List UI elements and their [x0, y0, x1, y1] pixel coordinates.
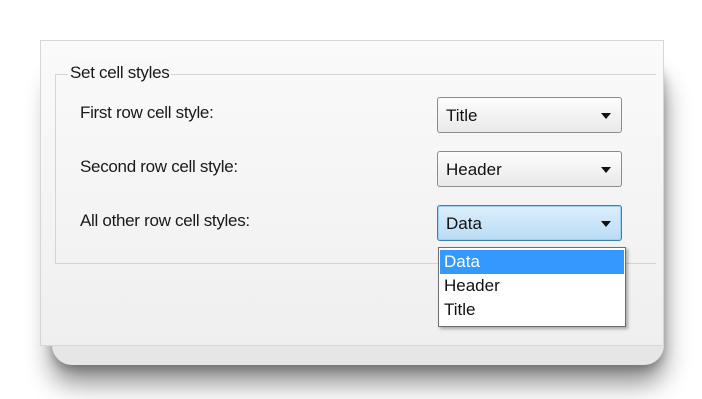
second-row-style-value: Header: [446, 160, 502, 179]
dropdown-option-header[interactable]: Header: [440, 274, 624, 298]
second-row-style-label: Second row cell style:: [80, 157, 238, 176]
first-row-style-select[interactable]: Title: [437, 97, 622, 133]
chevron-down-icon: [601, 221, 611, 227]
other-rows-style-label: All other row cell styles:: [80, 211, 250, 230]
first-row-style-label: First row cell style:: [80, 103, 214, 122]
dropdown-option-title[interactable]: Title: [440, 298, 624, 322]
other-rows-style-dropdown-list: Data Header Title: [438, 247, 626, 327]
chevron-down-icon: [601, 167, 611, 173]
groupbox-title: Set cell styles: [68, 63, 172, 83]
chevron-down-icon: [601, 113, 611, 119]
other-rows-style-value: Data: [446, 214, 482, 233]
dropdown-option-data[interactable]: Data: [440, 250, 624, 274]
second-row-style-select[interactable]: Header: [437, 151, 622, 187]
other-rows-style-select[interactable]: Data: [437, 205, 622, 241]
first-row-style-value: Title: [446, 106, 478, 125]
